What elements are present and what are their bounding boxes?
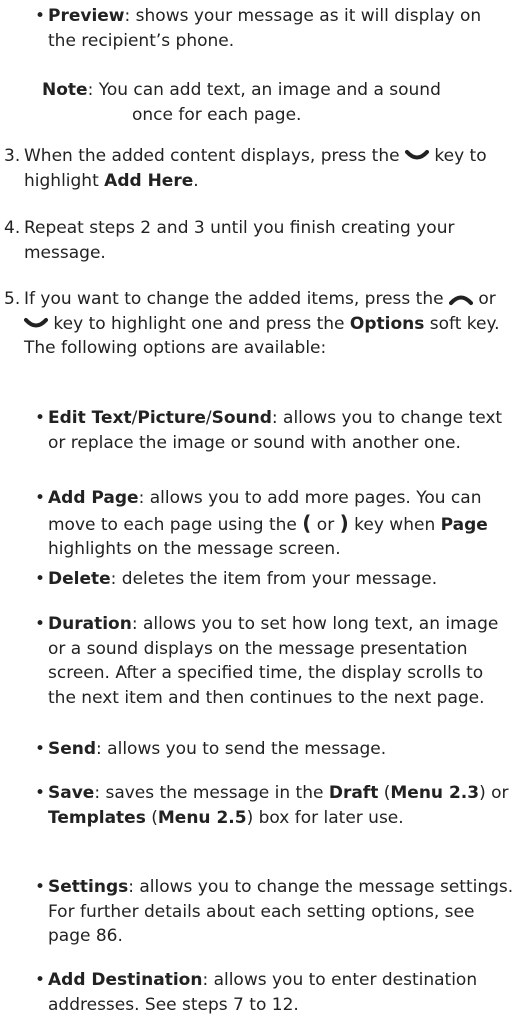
step-4-number: 4. (4, 218, 21, 238)
right-key-icon: ) (339, 510, 349, 535)
nav-down-key-icon (404, 149, 429, 163)
step-5-or: or (478, 289, 496, 309)
option-settings: Settings: allows you to change the messa… (35, 875, 514, 949)
note-term: Note (42, 80, 88, 100)
option-save-templates: Templates (48, 807, 146, 828)
option-add-page-term: Add Page (48, 488, 139, 508)
option-duration: Duration: allows you to set how long tex… (35, 612, 514, 710)
option-delete: Delete: deletes the item from your messa… (35, 567, 508, 592)
step-5: 5. If you want to change the added items… (4, 287, 518, 361)
nav-down-key-icon (24, 317, 48, 331)
step-5-text-a: If you want to change the added items, p… (24, 289, 444, 309)
step-5-text-b: key to highlight one and press the (53, 313, 345, 334)
option-add-destination-term: Add Destination (48, 970, 203, 990)
option-settings-term: Settings (48, 877, 129, 897)
option-save-menu-2: Menu 2.5 (157, 807, 247, 828)
option-add-page: Add Page: allows you to add more pages. … (35, 486, 518, 562)
option-add-page-term-2: Page (440, 514, 488, 535)
option-edit: Edit Text/Picture/Sound: allows you to c… (35, 406, 508, 455)
step-3-number: 3. (4, 146, 21, 166)
preview-term: Preview (48, 6, 125, 26)
note: Note: You can add text, an image and a s… (42, 78, 482, 127)
preview-item: Preview: shows your message as it will d… (35, 4, 488, 53)
step-4-text: Repeat steps 2 and 3 until you finish cr… (24, 218, 455, 263)
option-add-page-or: or (316, 514, 335, 535)
left-key-icon: ( (302, 510, 312, 535)
option-add-page-text-c: highlights on the message screen. (48, 539, 341, 559)
step-3-term: Add Here (104, 170, 194, 191)
option-edit-term-3: Sound (211, 408, 272, 428)
option-save-text-4: ( (151, 807, 158, 828)
option-add-page-text-b: key when (354, 514, 436, 535)
step-5-number: 5. (4, 289, 21, 309)
option-save: Save: saves the message in the Draft (Me… (35, 781, 514, 830)
option-delete-term: Delete (48, 569, 111, 589)
option-edit-term-1: Edit Text (48, 408, 132, 428)
manual-page: Preview: shows your message as it will d… (0, 0, 520, 1027)
nav-up-key-icon (448, 292, 473, 306)
option-save-text-5: ) box for later use. (246, 807, 404, 828)
option-save-draft: Draft (328, 783, 379, 803)
step-3-text-c: . (193, 170, 199, 191)
option-send-term: Send (48, 739, 97, 759)
option-save-text-3: ) or (479, 783, 509, 803)
option-send: Send: allows you to send the message. (35, 737, 508, 762)
step-4: 4. Repeat steps 2 and 3 until you finish… (4, 216, 504, 265)
step-3-text-a: When the added content displays, press t… (24, 146, 400, 166)
option-duration-term: Duration (48, 614, 132, 634)
note-text: : You can add text, an image and a sound… (87, 80, 441, 125)
step-3: 3. When the added content displays, pres… (4, 144, 514, 193)
option-save-text-1: : saves the message in the (94, 783, 324, 803)
option-edit-term-2: Picture (137, 408, 206, 428)
option-save-menu-1: Menu 2.3 (390, 783, 480, 803)
option-add-destination: Add Destination: allows you to enter des… (35, 968, 508, 1017)
option-delete-text: : deletes the item from your message. (110, 569, 438, 589)
step-5-term: Options (349, 313, 425, 334)
option-send-text: : allows you to send the message. (96, 739, 387, 759)
option-save-term: Save (48, 783, 95, 803)
